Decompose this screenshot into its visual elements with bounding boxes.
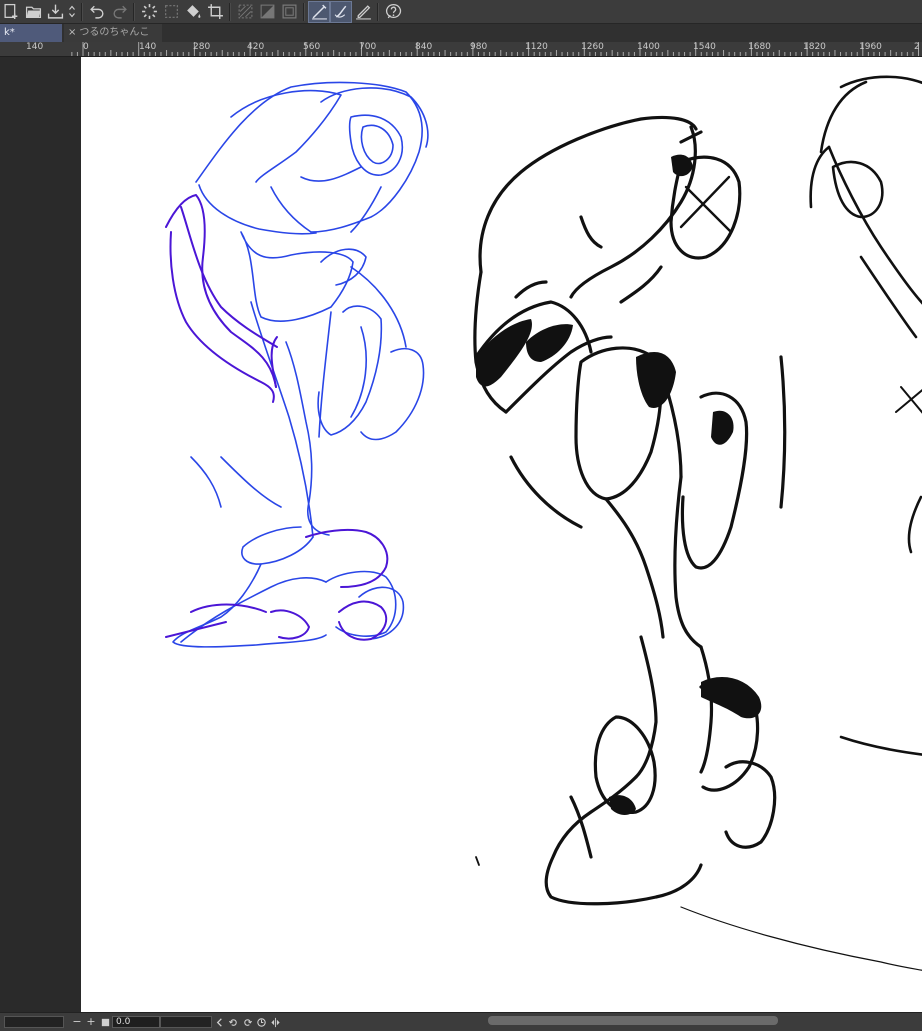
chevron-left-icon[interactable] xyxy=(212,1015,226,1029)
main-toolbar xyxy=(0,0,922,24)
drawing-canvas[interactable] xyxy=(81,57,922,1012)
ruler-label: 1540 xyxy=(693,42,716,52)
zoom-in-button[interactable]: + xyxy=(84,1016,98,1028)
ruler-label: 0 xyxy=(83,42,89,52)
undo-icon[interactable] xyxy=(86,1,108,23)
ruler-label: 1960 xyxy=(859,42,882,52)
brush-stroke-icon[interactable] xyxy=(330,0,352,23)
tab-other-document[interactable]: × つるのちゃんこ xyxy=(64,24,162,42)
rotation-value-field[interactable]: 0.0 xyxy=(112,1016,160,1028)
ruler-label: 140 xyxy=(139,42,157,52)
document-tabbar: k* × つるのちゃんこ xyxy=(0,24,922,42)
toolbar-divider xyxy=(303,2,305,21)
navigator-thumbnail[interactable] xyxy=(4,1016,64,1028)
ruler-label: 2 xyxy=(914,42,920,52)
pencil-icon[interactable] xyxy=(352,1,374,23)
ruler-label: 420 xyxy=(247,42,265,52)
frame-icon[interactable] xyxy=(278,1,300,23)
sketch-artwork xyxy=(165,75,922,971)
redo-icon[interactable] xyxy=(108,1,130,23)
ruler-label: 1820 xyxy=(803,42,826,52)
toolbar-divider xyxy=(81,2,83,21)
ruler-label: 980 xyxy=(470,42,488,52)
new-icon[interactable] xyxy=(0,1,22,23)
ink-figure xyxy=(473,115,787,906)
rotate-right-icon[interactable] xyxy=(240,1015,254,1029)
ruler-label: 280 xyxy=(193,42,211,52)
tab-current-document[interactable]: k* xyxy=(0,24,62,42)
crop-icon[interactable] xyxy=(204,1,226,23)
save-icon[interactable] xyxy=(44,1,66,23)
ruler-label: 1120 xyxy=(525,42,548,52)
fill-bucket-icon[interactable] xyxy=(182,1,204,23)
ruler-label: 140 xyxy=(26,42,44,52)
selection-icon[interactable] xyxy=(160,1,182,23)
square-icon[interactable] xyxy=(98,1015,112,1029)
ruler-label: 700 xyxy=(359,42,377,52)
toolbar-divider xyxy=(229,2,231,21)
updown-icon[interactable] xyxy=(66,1,78,23)
pen-pressure-icon[interactable] xyxy=(308,0,330,23)
horizontal-ruler[interactable]: 140 0 140 280 420 560 700 840 980 1120 1… xyxy=(0,42,922,57)
open-folder-icon[interactable] xyxy=(22,1,44,23)
rotation-slider[interactable] xyxy=(160,1016,212,1028)
tab-close-icon[interactable]: × xyxy=(68,27,76,38)
ruler-label: 560 xyxy=(303,42,321,52)
workspace-gutter xyxy=(0,57,81,1012)
toolbar-divider xyxy=(377,2,379,21)
loading-spinner-icon[interactable] xyxy=(138,1,160,23)
help-icon[interactable] xyxy=(382,1,404,23)
ruler-label: 1400 xyxy=(637,42,660,52)
ruler-label: 1680 xyxy=(748,42,771,52)
gradient-square-icon[interactable] xyxy=(256,1,278,23)
reset-rotation-icon[interactable] xyxy=(254,1015,268,1029)
horizontal-scrollbar-thumb[interactable] xyxy=(488,1016,778,1025)
tab-label: k* xyxy=(4,27,15,38)
ruler-label: 840 xyxy=(415,42,433,52)
status-bar: − + 0.0 xyxy=(0,1012,922,1031)
tab-label: つるのちゃんこ xyxy=(79,27,150,38)
ruler-label: 1260 xyxy=(581,42,604,52)
rotate-left-icon[interactable] xyxy=(226,1015,240,1029)
toolbar-divider xyxy=(133,2,135,21)
flip-icon[interactable] xyxy=(268,1015,282,1029)
blue-sketch xyxy=(172,81,429,648)
zoom-out-button[interactable]: − xyxy=(70,1016,84,1028)
ink-right-figure xyxy=(475,75,922,971)
hatch-selection-icon[interactable] xyxy=(234,1,256,23)
